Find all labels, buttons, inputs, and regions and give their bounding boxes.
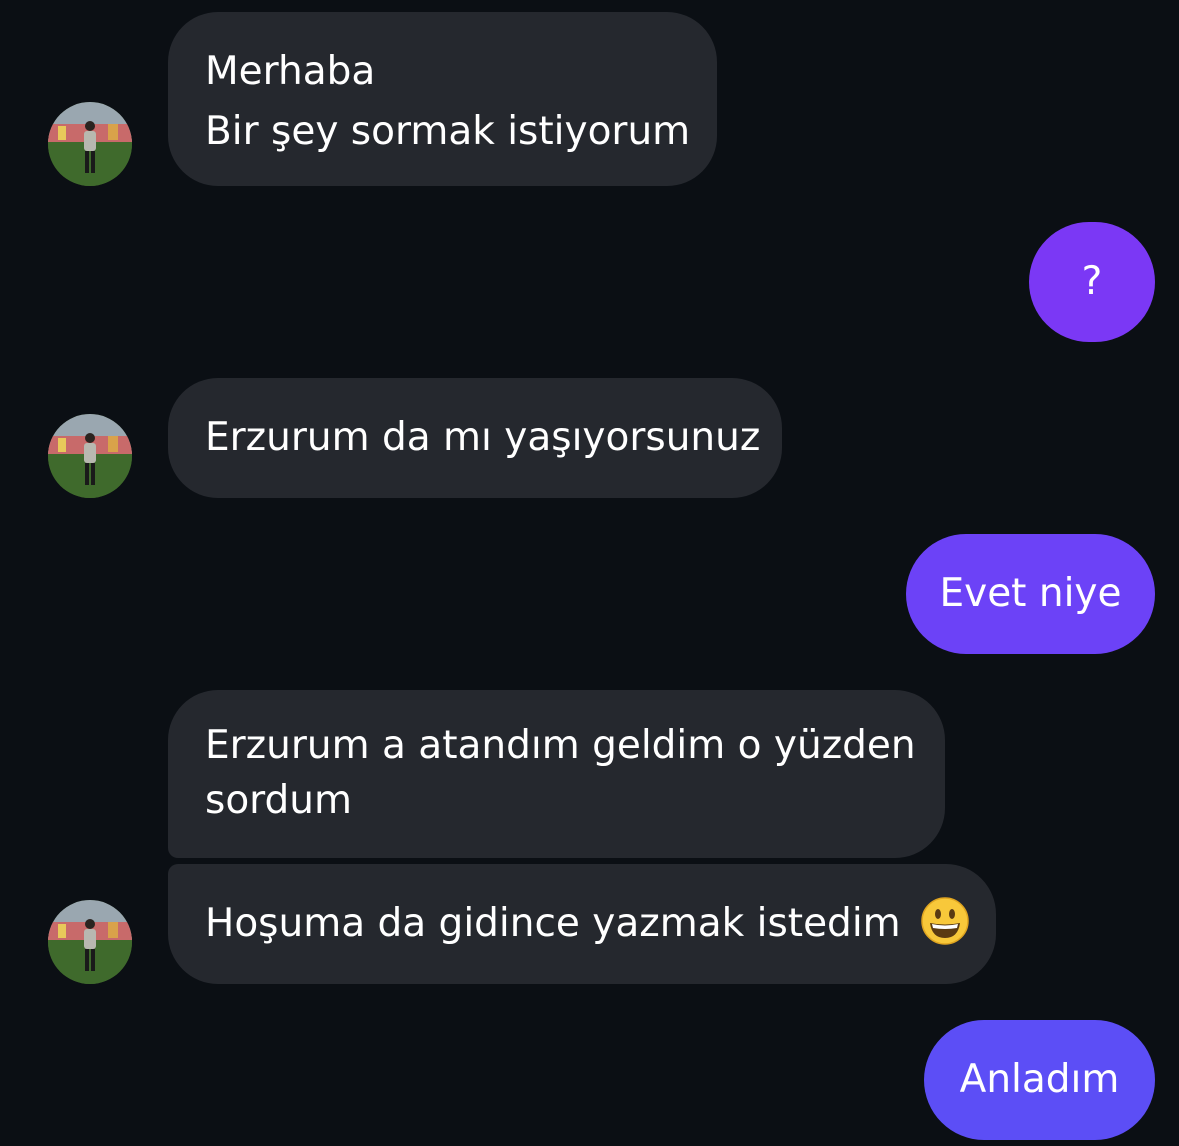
profile-photo-icon (48, 102, 132, 186)
outgoing-message-bubble[interactable]: Evet niye (906, 534, 1155, 654)
profile-photo-icon (48, 414, 132, 498)
message-text-line: Bir şey sormak istiyorum (205, 109, 691, 154)
sender-avatar[interactable] (48, 414, 132, 498)
sender-avatar[interactable] (48, 102, 132, 186)
message-text: Erzurum da mı yaşıyorsunuz (205, 415, 761, 460)
incoming-message-bubble[interactable]: Hoşuma da gidince yazmak istedim (168, 864, 996, 984)
outgoing-message-bubble[interactable]: Anladım (924, 1020, 1155, 1140)
message-text: Hoşuma da gidince yazmak istedim (205, 901, 901, 946)
grinning-face-icon (921, 897, 969, 945)
incoming-message-bubble[interactable]: Erzurum a atandım geldim o yüzden sordum (168, 690, 945, 858)
message-text: Anladım (959, 1057, 1120, 1102)
outgoing-message-bubble[interactable]: ? (1029, 222, 1155, 342)
incoming-message-bubble[interactable]: Merhaba Bir şey sormak istiyorum (168, 12, 717, 186)
message-text-line: Erzurum a atandım geldim o yüzden (205, 723, 916, 768)
message-text: ? (1081, 259, 1103, 304)
message-text: Evet niye (939, 571, 1122, 616)
message-text-line: sordum (205, 778, 352, 823)
profile-photo-icon (48, 900, 132, 984)
sender-avatar[interactable] (48, 900, 132, 984)
incoming-message-bubble[interactable]: Erzurum da mı yaşıyorsunuz (168, 378, 782, 498)
message-text-line: Merhaba (205, 49, 376, 94)
